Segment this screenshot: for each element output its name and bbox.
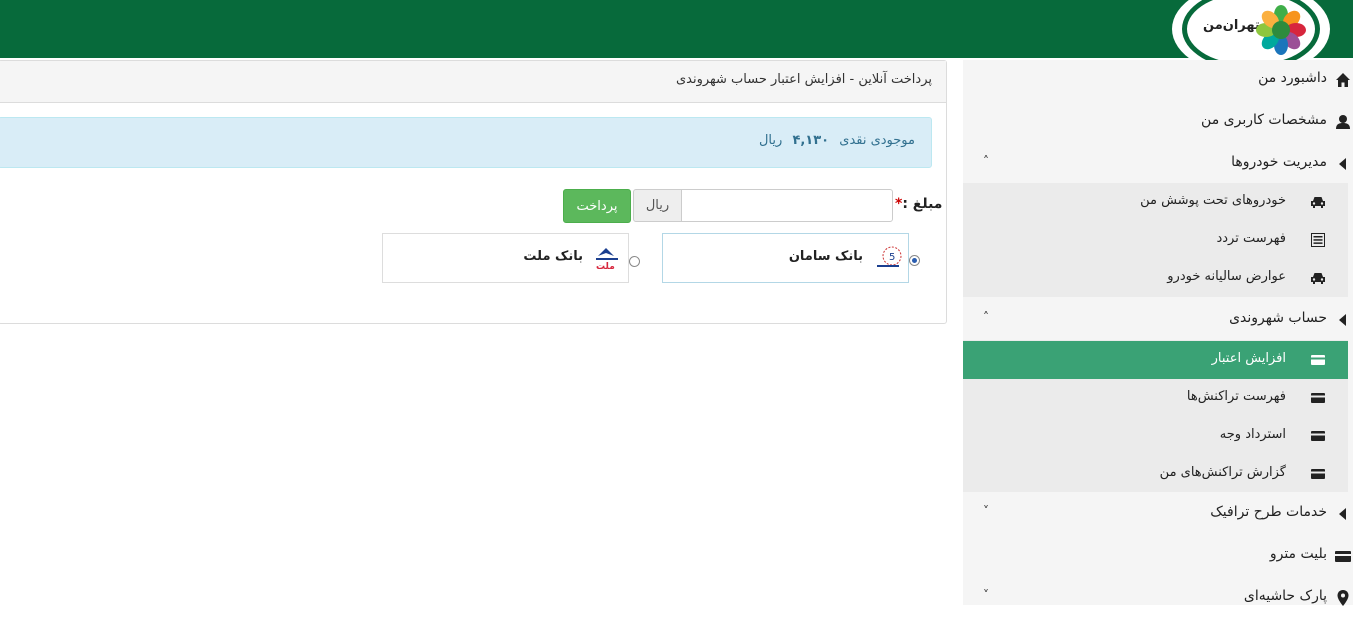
chevron-down-icon: ˅ xyxy=(983,588,989,602)
sidebar-subitem-annual-tolls[interactable]: عوارض سالیانه خودرو xyxy=(963,259,1348,297)
sidebar-item-label: داشبورد من xyxy=(1258,70,1327,86)
chevron-up-icon: ˄ xyxy=(983,310,989,324)
sidebar-item-profile[interactable]: مشخصات کاربری من xyxy=(963,102,1353,144)
list-icon xyxy=(1311,233,1325,247)
panel-title: پرداخت آنلاین - افزایش اعتبار حساب شهرون… xyxy=(675,72,932,87)
sidebar-item-label: مدیریت خودروها xyxy=(1231,154,1327,170)
pay-button[interactable]: پرداخت xyxy=(563,189,631,223)
sidebar-item-label: بلیت مترو xyxy=(1269,546,1327,562)
sidebar-subitem-label: افزایش اعتبار xyxy=(1211,351,1286,366)
user-icon xyxy=(1336,115,1350,129)
sidebar-subitem-label: گزارش تراکنش‌های من xyxy=(1159,465,1286,480)
bank-option-mellat[interactable]: ملت بانک ملت xyxy=(382,233,629,283)
card-icon xyxy=(1335,551,1351,562)
bank-radio-saman[interactable] xyxy=(909,255,920,266)
amount-input[interactable] xyxy=(681,189,893,222)
caret-left-icon xyxy=(1339,314,1346,326)
chevron-down-icon: ˅ xyxy=(983,504,989,518)
bank-radio-mellat[interactable] xyxy=(629,256,640,267)
balance-amount: ۴,۱۳۰ xyxy=(792,133,830,148)
sidebar-item-vehicles[interactable]: مدیریت خودروها ˄ xyxy=(963,144,1353,186)
sidebar-item-label: حساب شهروندی xyxy=(1229,310,1327,326)
sidebar-subitem-label: فهرست تراکنش‌ها xyxy=(1186,389,1286,404)
site-logo-text[interactable]: تهران‌من xyxy=(1203,18,1260,33)
sidebar-subitem-transactions[interactable]: فهرست تراکنش‌ها xyxy=(963,379,1348,417)
caret-left-icon xyxy=(1339,508,1346,520)
sidebar-subitem-increase-credit[interactable]: افزایش اعتبار xyxy=(963,341,1348,379)
card-icon xyxy=(1311,469,1325,479)
sidebar-subitem-label: فهرست تردد xyxy=(1216,231,1286,246)
sidebar-item-dashboard[interactable]: داشبورد من xyxy=(963,60,1353,102)
sidebar-item-citizen-account[interactable]: حساب شهروندی ˄ xyxy=(963,300,1353,342)
balance-label: موجودی نقدی xyxy=(839,133,915,148)
sidebar-item-street-parking[interactable]: پارک حاشیه‌ای ˅ xyxy=(963,578,1353,620)
balance-text: موجودی نقدی ۴,۱۳۰ ریال xyxy=(759,133,915,148)
saman-bank-logo-icon: 5 xyxy=(877,246,902,267)
balance-alert: موجودی نقدی ۴,۱۳۰ ریال xyxy=(0,117,932,168)
tehran-flower-logo-icon[interactable] xyxy=(1255,4,1307,56)
sidebar-subitem-my-vehicles[interactable]: خودروهای تحت پوشش من xyxy=(963,183,1348,221)
card-icon xyxy=(1311,393,1325,403)
card-icon xyxy=(1311,355,1325,365)
bank-name: بانک سامان xyxy=(788,249,863,264)
caret-left-icon xyxy=(1339,158,1346,170)
sidebar-subitem-label: خودروهای تحت پوشش من xyxy=(1140,193,1286,208)
svg-text:5: 5 xyxy=(889,252,895,263)
sidebar-item-traffic-plan[interactable]: خدمات طرح ترافیک ˅ xyxy=(963,494,1353,536)
car-icon xyxy=(1311,197,1325,208)
sidebar-item-metro-ticket[interactable]: بلیت مترو xyxy=(963,536,1353,578)
home-icon xyxy=(1336,73,1350,87)
sidebar-subitem-traffic-list[interactable]: فهرست تردد xyxy=(963,221,1348,259)
sidebar-subitem-label: استرداد وجه xyxy=(1219,427,1286,442)
sidebar-subitem-refund[interactable]: استرداد وجه xyxy=(963,417,1348,455)
mellat-logo-text: ملت xyxy=(596,262,615,272)
chevron-up-icon: ˄ xyxy=(983,154,989,168)
map-pin-icon xyxy=(1337,590,1349,606)
bank-name: بانک ملت xyxy=(523,249,583,264)
sidebar-item-label: مشخصات کاربری من xyxy=(1201,112,1327,128)
balance-unit: ریال xyxy=(758,133,783,148)
amount-label: مبلغ :* xyxy=(895,196,943,212)
currency-addon: ریال xyxy=(633,189,682,222)
bank-option-saman[interactable]: 5 بانک سامان xyxy=(662,233,909,283)
sidebar-subitem-transaction-report[interactable]: گزارش تراکنش‌های من xyxy=(963,455,1348,493)
sidebar-subitem-label: عوارض سالیانه خودرو xyxy=(1167,269,1286,284)
car-icon xyxy=(1311,273,1325,284)
sidebar-item-label: خدمات طرح ترافیک xyxy=(1210,504,1327,520)
card-icon xyxy=(1311,431,1325,441)
top-header-bar xyxy=(0,0,1353,58)
panel-header: پرداخت آنلاین - افزایش اعتبار حساب شهرون… xyxy=(0,61,946,103)
sidebar-item-label: پارک حاشیه‌ای xyxy=(1243,588,1327,604)
